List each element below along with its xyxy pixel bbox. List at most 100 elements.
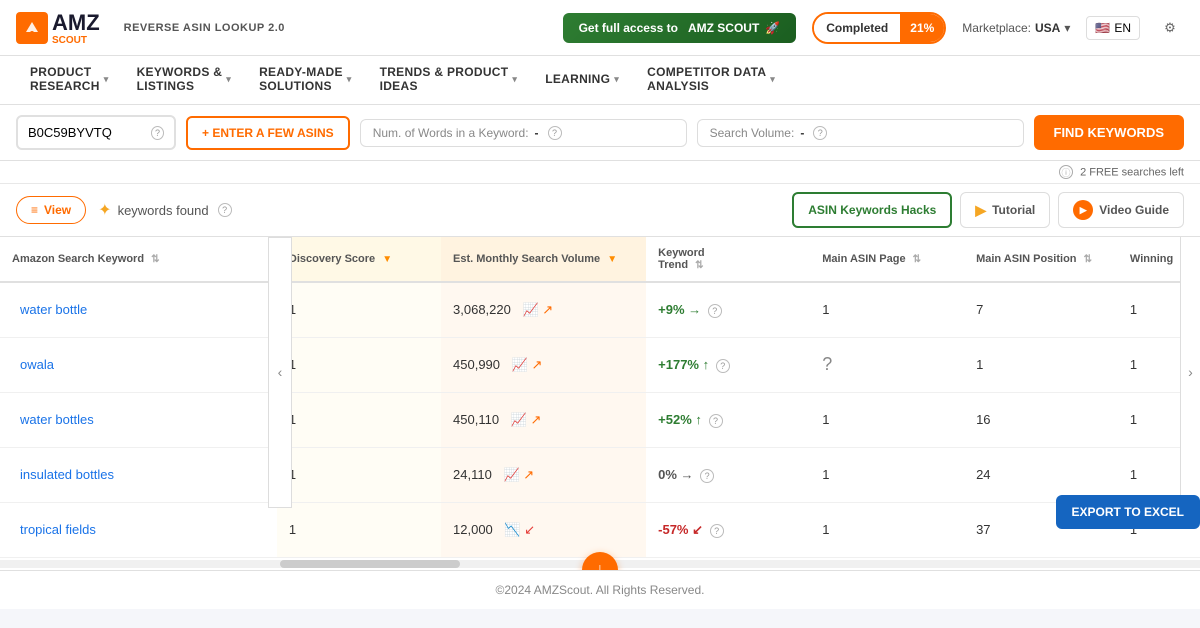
completed-pill: Completed 21% [812,12,946,44]
trend-chart-icon: 📈 ↗ [512,357,543,372]
keyword-cell: owala [0,337,277,392]
free-searches-text: 2 FREE searches left [1080,167,1184,179]
play-icon: ▶ [1073,200,1093,220]
asin-page-cell: ? [810,337,964,392]
search-vol-value: - [800,126,804,140]
language-button[interactable]: 🇺🇸 EN [1086,16,1140,40]
col-header-search-vol[interactable]: Est. Monthly Search Volume ▼ [441,237,646,282]
sort-icon: ⇅ [695,260,703,271]
action-buttons: ASIN Keywords Hacks ▶ Tutorial ▶ Video G… [792,192,1184,228]
flag-icon: 🇺🇸 [1095,21,1110,35]
keywords-table-container: ‹ › Amazon Search Keyword ⇅ Discovery Sc… [0,237,1200,570]
search-toolbar: ? + ENTER A FEW ASINS Num. of Words in a… [0,105,1200,161]
search-vol-cell: 450,990 📈 ↗ [441,337,646,392]
trend-cell: +177% ↑ ? [646,337,810,392]
marketplace: Marketplace: USA ▾ [962,21,1070,35]
sort-icon: ⇅ [1084,254,1092,265]
col-header-asin-page[interactable]: Main ASIN Page ⇅ [810,237,964,282]
words-filter-label: Num. of Words in a Keyword: [373,126,529,140]
chevron-down-icon: ▾ [104,74,109,85]
enter-asins-button[interactable]: + ENTER A FEW ASINS [186,116,350,150]
keyword-cell: insulated bottles [0,447,277,502]
keyword-link[interactable]: insulated bottles [20,467,114,482]
nav-competitor-data[interactable]: COMPETITOR DATAANALYSIS ▾ [633,56,789,104]
search-vol-cell: 3,068,220 📈 ↗ [441,282,646,337]
asin-page-cell: 1 [810,392,964,447]
keyword-link[interactable]: water bottles [20,412,94,427]
trend-info-icon[interactable]: ? [708,304,722,318]
col-header-discovery[interactable]: Discovery Score ▼ [277,237,441,282]
discovery-cell: 1 [277,282,441,337]
footer-text: ©2024 AMZScout. All Rights Reserved. [496,583,705,597]
get-access-button[interactable]: Get full access to AMZ SCOUT 🚀 [563,13,797,43]
words-filter-info[interactable]: ? [548,126,562,140]
trend-info-icon[interactable]: ? [709,414,723,428]
table-row: tropical fields 1 12,000 📉 ↙ -57% ↙ ? 1 … [0,502,1200,557]
chevron-down-icon: ▾ [512,74,517,85]
free-searches-bar: ⓘ 2 FREE searches left [0,161,1200,184]
header: AMZ SCOUT REVERSE ASIN LOOKUP 2.0 Get fu… [0,0,1200,56]
search-vol-cell: 12,000 📉 ↙ [441,502,646,557]
nav-product-research[interactable]: PRODUCTRESEARCH ▾ [16,56,123,104]
keyword-cell: water bottles [0,392,277,447]
search-vol-info[interactable]: ? [813,126,827,140]
words-filter-value: - [535,126,539,140]
table-row: water bottle 1 3,068,220 📈 ↗ +9% → ? 1 7… [0,282,1200,337]
col-header-keyword[interactable]: Amazon Search Keyword ⇅ [0,237,277,282]
find-keywords-button[interactable]: FIND KEYWORDS [1034,115,1185,150]
free-searches-info-icon[interactable]: ⓘ [1059,165,1073,179]
keyword-cell: tropical fields [0,502,277,557]
view-icon: ≡ [31,203,38,217]
keywords-table: Amazon Search Keyword ⇅ Discovery Score … [0,237,1200,558]
keyword-link[interactable]: tropical fields [20,522,96,537]
col-header-trend[interactable]: KeywordTrend ⇅ [646,237,810,282]
asin-pos-cell: 16 [964,392,1118,447]
trend-chart-icon: 📈 ↗ [511,412,542,427]
results-toolbar: ≡ View ✦ keywords found ? ASIN Keywords … [0,184,1200,237]
trend-info-icon[interactable]: ? [710,524,724,538]
asin-info-icon[interactable]: ? [151,126,164,140]
sort-icon: ⇅ [151,254,159,265]
tutorial-button[interactable]: ▶ Tutorial [960,192,1050,228]
nav-trends-product[interactable]: TRENDS & PRODUCTIDEAS ▾ [366,56,532,104]
sort-icon: ⇅ [913,254,921,265]
table-row: owala 1 450,990 📈 ↗ +177% ↑ ? ? 1 1 [0,337,1200,392]
search-vol-cell: 24,110 📈 ↗ [441,447,646,502]
chevron-down-icon: ▾ [770,74,775,85]
table-nav-right[interactable]: › [1180,237,1200,508]
view-button[interactable]: ≡ View [16,196,86,224]
discovery-cell: 1 [277,502,441,557]
logo-amz: AMZ [52,10,100,35]
marketplace-value[interactable]: USA [1035,21,1060,35]
nav-ready-made[interactable]: READY-MADESOLUTIONS ▾ [245,56,366,104]
chevron-down-icon: ▾ [226,74,231,85]
keywords-info-icon[interactable]: ? [218,203,232,217]
nav-keywords-listings[interactable]: KEYWORDS &LISTINGS ▾ [123,56,246,104]
video-guide-button[interactable]: ▶ Video Guide [1058,192,1184,228]
asin-page-cell: 1 [810,447,964,502]
table-row: insulated bottles 1 24,110 📈 ↗ 0% → ? 1 … [0,447,1200,502]
trend-info-icon[interactable]: ? [716,359,730,373]
trend-cell: 0% → ? [646,447,810,502]
dropdown-icon[interactable]: ▾ [1064,21,1070,35]
col-header-asin-pos[interactable]: Main ASIN Position ⇅ [964,237,1118,282]
scrollbar-thumb[interactable] [280,560,460,568]
main-nav: PRODUCTRESEARCH ▾ KEYWORDS &LISTINGS ▾ R… [0,56,1200,105]
asin-input[interactable] [28,125,148,140]
trend-info-icon[interactable]: ? [700,469,714,483]
trend-chart-icon: 📈 ↗ [522,302,553,317]
keyword-link[interactable]: owala [20,357,54,372]
table-row: water bottles 1 450,110 📈 ↗ +52% ↑ ? 1 1… [0,392,1200,447]
nav-learning[interactable]: LEARNING ▾ [531,56,633,104]
table-nav-left[interactable]: ‹ [268,237,292,508]
search-vol-filter: Search Volume: - ? [697,119,1024,147]
export-to-excel-button[interactable]: EXPORT TO EXCEL [1056,495,1200,529]
discovery-cell: 1 [277,447,441,502]
settings-icon[interactable]: ⚙ [1156,14,1184,42]
keywords-found-indicator: ✦ keywords found ? [98,200,231,220]
keyword-link[interactable]: water bottle [20,302,87,317]
chevron-down-icon: ▾ [614,74,619,85]
footer: ©2024 AMZScout. All Rights Reserved. [0,570,1200,609]
trend-chart-icon: 📈 ↗ [503,467,534,482]
asin-keywords-hacks-button[interactable]: ASIN Keywords Hacks [792,192,952,228]
